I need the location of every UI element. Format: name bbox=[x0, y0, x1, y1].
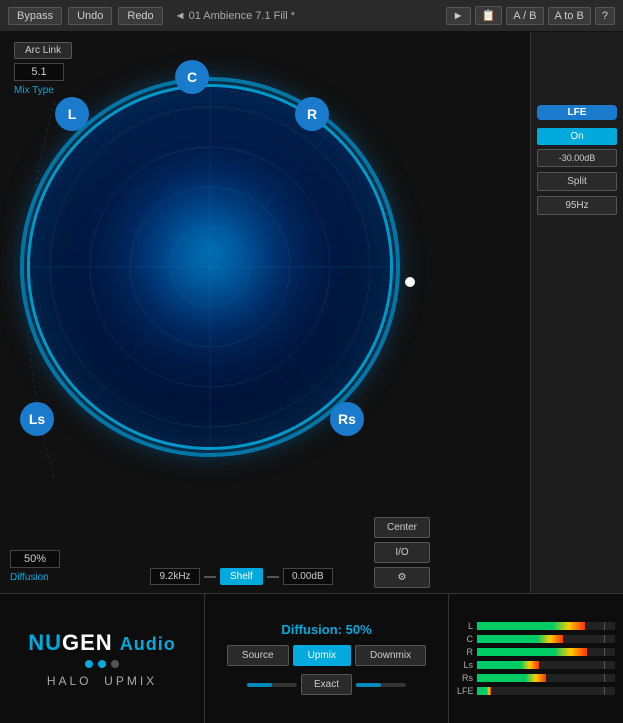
help-button[interactable]: ? bbox=[595, 7, 615, 25]
logo-gen: GEN bbox=[62, 630, 113, 655]
channel-LFE[interactable]: LFE bbox=[537, 105, 617, 120]
upmix-button[interactable]: Upmix bbox=[293, 645, 351, 666]
settings-button[interactable]: ⚙ bbox=[374, 567, 430, 588]
diffusion-value[interactable]: 50% bbox=[10, 550, 60, 568]
mode-buttons: Source Upmix Downmix bbox=[227, 645, 426, 666]
meters-panel: LCR Ls Rs LFE bbox=[448, 594, 623, 723]
meter-tick-ls bbox=[604, 661, 605, 669]
product-name: HALO UPMIX bbox=[47, 674, 157, 688]
bypass-button[interactable]: Bypass bbox=[8, 7, 62, 25]
diffusion-label: Diffusion bbox=[10, 572, 49, 583]
exact-row: Exact bbox=[247, 674, 406, 695]
logo-dot-3 bbox=[111, 660, 119, 668]
nugen-logo: NUGEN Audio bbox=[28, 630, 176, 656]
exact-button[interactable]: Exact bbox=[301, 674, 352, 695]
meter-row-lfe: LFE bbox=[457, 686, 615, 696]
meter-bar-l bbox=[477, 622, 615, 630]
meter-row-l: L bbox=[457, 621, 615, 631]
meter-tick-c bbox=[604, 635, 605, 643]
meter-fill-r bbox=[477, 648, 587, 656]
eq-line-left bbox=[204, 576, 216, 578]
meter-tick-r bbox=[604, 648, 605, 656]
meter-fill-lfe bbox=[477, 687, 491, 695]
toolbar-right: ► 📋 A / B A to B ? bbox=[446, 6, 615, 25]
meter-fill-rs bbox=[477, 674, 546, 682]
meter-label-l: L bbox=[457, 621, 473, 631]
meter-bar-ls bbox=[477, 661, 615, 669]
meter-bar-r bbox=[477, 648, 615, 656]
meter-tick-lfe bbox=[604, 687, 605, 695]
ring-dot bbox=[405, 277, 415, 287]
meter-label-rs: Rs bbox=[457, 673, 473, 683]
lfe-level-display[interactable]: -30.00dB bbox=[537, 149, 617, 167]
meter-bar-lfe bbox=[477, 687, 615, 695]
meter-bar-rs bbox=[477, 674, 615, 682]
atob-button[interactable]: A to B bbox=[548, 7, 591, 25]
io-button[interactable]: I/O bbox=[374, 542, 430, 563]
product-line1: HALO bbox=[47, 674, 92, 688]
lfe-on-button[interactable]: On bbox=[537, 128, 617, 145]
mix-type-value[interactable]: 5.1 bbox=[14, 63, 64, 81]
logo-audio: Audio bbox=[120, 634, 176, 654]
logo-dot-2 bbox=[98, 660, 106, 668]
meter-fill-ls bbox=[477, 661, 539, 669]
play-button[interactable]: ► bbox=[446, 7, 471, 25]
product-line2: UPMIX bbox=[104, 674, 157, 688]
redo-button[interactable]: Redo bbox=[118, 7, 162, 25]
undo-button[interactable]: Undo bbox=[68, 7, 112, 25]
sphere-visual bbox=[30, 87, 390, 447]
meter-row-c: C bbox=[457, 634, 615, 644]
lfe-section: LFE On -30.00dB Split 95Hz bbox=[537, 105, 617, 215]
meter-tick-l bbox=[604, 622, 605, 630]
side-buttons: Center I/O ⚙ bbox=[374, 517, 430, 588]
exact-pre-slider bbox=[247, 683, 297, 687]
meter-fill-l bbox=[477, 622, 585, 630]
clip-button[interactable]: 📋 bbox=[475, 6, 503, 25]
eq-line-right bbox=[267, 576, 279, 578]
meter-label-r: R bbox=[457, 647, 473, 657]
source-button[interactable]: Source bbox=[227, 645, 289, 666]
meter-fill-c bbox=[477, 635, 563, 643]
meter-tick-rs bbox=[604, 674, 605, 682]
bottom-bar: NUGEN Audio HALO UPMIX Diffusion: 50% So… bbox=[0, 593, 623, 723]
meter-label-lfe: LFE bbox=[457, 686, 473, 696]
exact-post-slider bbox=[356, 683, 406, 687]
channel-R[interactable]: R bbox=[295, 97, 329, 131]
channel-C[interactable]: C bbox=[175, 60, 209, 94]
channel-Rs[interactable]: Rs bbox=[330, 402, 364, 436]
meter-row-r: R bbox=[457, 647, 615, 657]
logo-area: NUGEN Audio HALO UPMIX bbox=[0, 594, 205, 723]
eq-controls: 9.2kHz Shelf 0.00dB bbox=[150, 568, 333, 585]
logo-dot-1 bbox=[85, 660, 93, 668]
track-title: ◄ 01 Ambience 7.1 Fill * bbox=[175, 10, 440, 22]
center-button[interactable]: Center bbox=[374, 517, 430, 538]
downmix-button[interactable]: Downmix bbox=[355, 645, 426, 666]
bottom-center: Diffusion: 50% Source Upmix Downmix Exac… bbox=[205, 594, 448, 723]
meter-row-ls: Ls bbox=[457, 660, 615, 670]
diffusion-display: Diffusion: 50% bbox=[281, 622, 371, 637]
toolbar: Bypass Undo Redo ◄ 01 Ambience 7.1 Fill … bbox=[0, 0, 623, 32]
logo-nu: NU bbox=[28, 630, 62, 655]
eq-freq-value[interactable]: 9.2kHz bbox=[150, 568, 200, 585]
meter-label-ls: Ls bbox=[457, 660, 473, 670]
diffusion-controls: 50% Diffusion bbox=[10, 550, 60, 583]
meter-bar-c bbox=[477, 635, 615, 643]
meter-row-rs: Rs bbox=[457, 673, 615, 683]
ab-button[interactable]: A / B bbox=[506, 7, 543, 25]
channel-Ls[interactable]: Ls bbox=[20, 402, 54, 436]
eq-level-value[interactable]: 0.00dB bbox=[283, 568, 333, 585]
meter-label-c: C bbox=[457, 634, 473, 644]
arc-link-button[interactable]: Arc Link bbox=[14, 42, 72, 59]
channel-L[interactable]: L bbox=[55, 97, 89, 131]
eq-shelf-button[interactable]: Shelf bbox=[220, 568, 263, 585]
lfe-split-button[interactable]: Split bbox=[537, 172, 617, 191]
logo-dots bbox=[85, 660, 119, 668]
lfe-freq-button[interactable]: 95Hz bbox=[537, 196, 617, 215]
